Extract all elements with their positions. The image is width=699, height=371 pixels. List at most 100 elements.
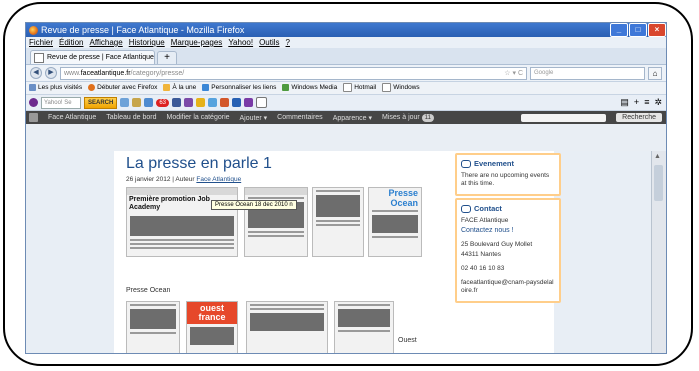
admin-add[interactable]: Ajouter ▾ — [240, 114, 268, 122]
admin-site-name[interactable]: Face Atlantique — [48, 114, 96, 121]
window-title: Revue de presse | Face Atlantique - Mozi… — [41, 25, 245, 35]
search-input[interactable]: Google — [530, 66, 645, 80]
press-clipping-5[interactable] — [126, 301, 180, 353]
bookmark-star-icon[interactable]: ☆ ▾ C — [504, 68, 526, 79]
admin-edit-category[interactable]: Modifier la catégorie — [166, 114, 229, 121]
menu-icon[interactable]: ≡ — [644, 97, 649, 108]
bookmark-icon — [29, 83, 36, 91]
text-line — [250, 308, 324, 310]
clipping-brand: Presse Ocean — [388, 188, 418, 208]
title-bar: Revue de presse | Face Atlantique - Mozi… — [26, 23, 666, 37]
clipping-photo — [190, 327, 234, 345]
contact-widget: Contact FACE Atlantique Contactez nous !… — [455, 198, 561, 303]
admin-search-button[interactable]: Recherche — [616, 113, 662, 122]
tab-revue-de-presse[interactable]: Revue de presse | Face Atlantique — [30, 50, 155, 64]
page-icon — [343, 82, 353, 92]
addon-icon[interactable]: ▤ — [620, 97, 629, 108]
text-line — [372, 210, 418, 212]
toolbar-icon[interactable] — [132, 98, 142, 107]
admin-updates[interactable]: Mises à jour 11 — [382, 113, 434, 122]
bookmark-hotmail[interactable]: Hotmail — [343, 82, 376, 94]
press-clipping-1[interactable]: Première promotion Job Academy — [126, 187, 238, 257]
org-name: FACE Atlantique — [461, 217, 509, 224]
bookmark-getting-started[interactable]: Débuter avec Firefox — [88, 82, 157, 94]
mail-icon[interactable] — [144, 98, 154, 107]
scrollbar-thumb[interactable] — [654, 165, 663, 201]
menu-marque-pages[interactable]: Marque-pages — [171, 37, 223, 48]
url-bar[interactable]: www. faceatlantique.fr/category/presse/ ☆… — [60, 66, 527, 80]
clipping-photo — [338, 309, 390, 327]
plus-icon[interactable]: + — [634, 97, 639, 108]
admin-appearance[interactable]: Apparence ▾ — [333, 114, 372, 122]
bookmark-customize-links[interactable]: Personnaliser les liens — [202, 82, 276, 94]
vertical-scrollbar[interactable]: ▲ — [651, 151, 666, 353]
post-author-link[interactable]: Face Atlantique — [196, 176, 241, 183]
press-clipping-6[interactable]: ouest france — [186, 301, 238, 353]
menu-help[interactable]: ? — [286, 37, 290, 48]
toolbar-icon[interactable] — [184, 98, 194, 107]
toolbar-icon[interactable] — [196, 98, 206, 107]
menu-affichage[interactable]: Affichage — [89, 37, 122, 48]
admin-comments[interactable]: Commentaires — [277, 114, 323, 121]
press-clipping-4[interactable]: Presse Ocean — [368, 187, 422, 257]
yahoo-search-button[interactable]: SEARCH — [84, 96, 118, 109]
press-clipping-7[interactable] — [246, 301, 328, 353]
text-line — [316, 224, 360, 226]
new-tab-button[interactable]: + — [157, 51, 177, 64]
link-icon — [202, 83, 210, 91]
browser-window: Revue de presse | Face Atlantique - Mozi… — [25, 22, 667, 354]
gear-icon[interactable]: ✲ — [654, 97, 662, 108]
press-clipping-3[interactable] — [312, 187, 364, 257]
close-button[interactable]: × — [648, 23, 666, 37]
scroll-up-icon[interactable]: ▲ — [654, 153, 661, 160]
bookmark-most-visited[interactable]: Les plus visités — [29, 82, 82, 94]
toolbar-icon[interactable] — [208, 98, 218, 107]
toolbar-icon[interactable] — [120, 98, 130, 107]
contact-link[interactable]: Contactez nous ! — [461, 227, 514, 234]
page-background-right — [554, 151, 652, 353]
bookmark-windows-media[interactable]: Windows Media — [282, 82, 337, 94]
text-line — [316, 220, 360, 222]
yahoo-search-input[interactable]: Yahoo! Se — [41, 96, 81, 109]
updates-count-badge: 11 — [421, 113, 434, 122]
minimize-button[interactable]: _ — [610, 23, 628, 37]
page-icon — [382, 82, 392, 92]
post-title[interactable]: La presse en parle 1 — [126, 155, 456, 173]
navigation-bar: ◀ ▶ www. faceatlantique.fr/category/press… — [26, 65, 666, 82]
text-line — [130, 247, 234, 249]
event-text: There are no upcoming events at this tim… — [461, 172, 550, 187]
toolbar-icon[interactable] — [256, 97, 268, 108]
post-area: La presse en parle 1 26 janvier 2012 | A… — [126, 151, 456, 353]
rss-icon — [163, 83, 171, 91]
phone-number: 02 40 16 10 83 — [461, 265, 505, 272]
toolbar-icon[interactable] — [244, 98, 254, 107]
toolbar-icon[interactable] — [232, 98, 242, 107]
maximize-button[interactable]: □ — [629, 23, 647, 37]
menu-edition[interactable]: Édition — [59, 37, 83, 48]
bookmark-headlines[interactable]: À la une — [163, 82, 196, 94]
comment-bubble-icon — [461, 159, 471, 168]
forward-icon[interactable]: ▶ — [45, 67, 57, 79]
home-icon[interactable]: ⌂ — [648, 66, 662, 80]
clipping-header — [127, 188, 237, 195]
menu-yahoo[interactable]: Yahoo! — [228, 37, 253, 48]
tab-bar: Revue de presse | Face Atlantique + — [26, 48, 666, 65]
menu-fichier[interactable]: Fichier — [29, 37, 53, 48]
text-line — [248, 197, 304, 199]
press-clipping-8[interactable] — [334, 301, 394, 353]
text-line — [248, 231, 304, 233]
wordpress-icon[interactable] — [29, 113, 38, 122]
toolbar-icon[interactable] — [220, 98, 230, 107]
press-clipping-2[interactable] — [244, 187, 308, 257]
facebook-icon[interactable] — [172, 98, 182, 107]
back-icon[interactable]: ◀ — [30, 67, 42, 79]
bookmark-windows[interactable]: Windows — [382, 82, 420, 94]
menu-outils[interactable]: Outils — [259, 37, 279, 48]
post-meta: 26 janvier 2012 | Auteur Face Atlantique — [126, 176, 456, 183]
menu-historique[interactable]: Historique — [129, 37, 165, 48]
admin-dashboard[interactable]: Tableau de bord — [106, 114, 156, 121]
text-line — [250, 304, 324, 306]
clipping-photo — [372, 215, 418, 233]
yahoo-icon[interactable] — [29, 98, 38, 107]
admin-search-input[interactable] — [521, 113, 607, 122]
